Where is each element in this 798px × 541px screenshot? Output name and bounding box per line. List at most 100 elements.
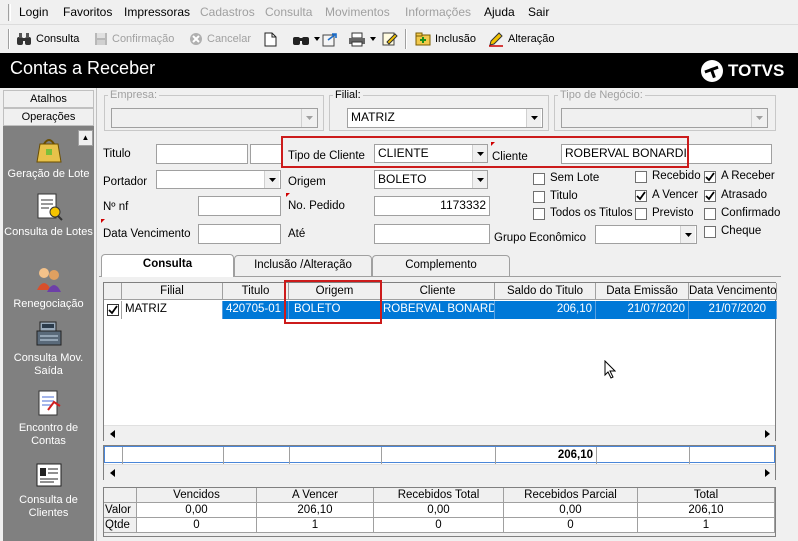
grid-header-vencimento[interactable]: Data Vencimento	[689, 283, 777, 300]
grid-header-origem[interactable]: Origem	[289, 283, 381, 300]
print-button[interactable]	[348, 28, 380, 50]
chevron-down-icon[interactable]	[301, 109, 316, 127]
cell-cliente: ROBERVAL BONARDI	[381, 301, 495, 319]
ate-input[interactable]	[374, 224, 490, 244]
sidebar-item-consulta-clientes[interactable]: Consulta de Clientes	[3, 460, 94, 520]
ate-label: Até	[288, 228, 306, 240]
chevron-down-icon[interactable]	[526, 109, 541, 127]
inclusao-button[interactable]: Inclusão	[415, 28, 476, 50]
pedido-input[interactable]: 1173332	[374, 196, 490, 216]
menu-impressoras[interactable]: Impressoras	[124, 5, 190, 19]
confirmacao-button[interactable]: Confirmação	[94, 28, 174, 50]
cash-register-icon	[36, 321, 61, 346]
portador-select[interactable]	[156, 170, 281, 189]
grid-header-cliente[interactable]: Cliente	[381, 283, 495, 300]
row-checkbox-cell[interactable]	[104, 301, 122, 319]
totals-cell	[382, 447, 496, 464]
export-button[interactable]	[322, 28, 342, 50]
summary-cell: 0,00	[374, 503, 504, 518]
titulo-input[interactable]	[156, 144, 248, 164]
consulta-button[interactable]: Consulta	[16, 28, 79, 50]
confirmado-checkbox[interactable]	[704, 208, 716, 220]
chevron-down-icon[interactable]	[680, 226, 695, 243]
cliente-input[interactable]: ROBERVAL BONARDI	[561, 144, 772, 164]
atrasado-checkbox[interactable]	[704, 190, 716, 202]
totals-horizontal-scrollbar[interactable]	[104, 464, 775, 480]
tab-inclusao-alteracao[interactable]: Inclusão /Alteração	[234, 255, 372, 276]
filial-select[interactable]: MATRIZ	[347, 108, 543, 128]
cancelar-button[interactable]: Cancelar	[189, 28, 251, 50]
grid-totals: 206,10	[103, 445, 776, 480]
todos-titulos-checkbox[interactable]	[533, 208, 545, 220]
totals-cell	[290, 447, 382, 464]
menu-login[interactable]: Login	[19, 5, 48, 19]
sidebar-item-consulta-mov-saida[interactable]: Consulta Mov. Saída	[3, 318, 94, 378]
toolbar-separator	[405, 29, 407, 49]
alteracao-button[interactable]: Alteração	[488, 28, 554, 50]
sidebar-operacoes[interactable]: Operações	[3, 108, 94, 126]
export-icon	[322, 32, 337, 46]
a-receber-checkbox[interactable]	[704, 171, 716, 183]
chevron-down-icon[interactable]	[264, 171, 279, 188]
tab-complemento[interactable]: Complemento	[372, 255, 510, 276]
titulo-checkbox[interactable]	[533, 191, 545, 203]
summary-header-vencidos: Vencidos	[137, 488, 257, 503]
a-receber-label: A Receber	[721, 170, 775, 182]
tipo-negocio-select[interactable]	[561, 108, 768, 128]
toolbar-grip	[8, 29, 10, 49]
filial-label: Filial:	[333, 89, 363, 101]
cell-saldo: 206,10	[495, 301, 596, 319]
sidebar-item-label: Consulta de Lotes	[4, 226, 93, 238]
sidebar-item-encontro-contas[interactable]: Encontro de Contas	[3, 388, 94, 448]
summary-cell: 0,00	[504, 503, 638, 518]
row-checkbox[interactable]	[107, 304, 119, 316]
cheque-label: Cheque	[721, 225, 762, 237]
grid-header-filial[interactable]: Filial	[122, 283, 223, 300]
menu-sair[interactable]: Sair	[528, 5, 549, 19]
grid-horizontal-scrollbar[interactable]	[104, 425, 775, 441]
previsto-checkbox[interactable]	[635, 208, 647, 220]
sidebar-item-renegociacao[interactable]: Renegociação	[3, 264, 94, 311]
scroll-right-icon[interactable]	[759, 465, 775, 480]
empresa-select[interactable]	[111, 108, 318, 128]
edit-filter-button[interactable]	[382, 28, 402, 50]
menu-consulta[interactable]: Consulta	[265, 5, 312, 19]
sidebar-item-consulta-lotes[interactable]: Consulta de Lotes	[3, 192, 94, 239]
search-dropdown-button[interactable]	[292, 28, 324, 50]
required-marker	[101, 219, 105, 223]
grid-header-titulo[interactable]: Titulo	[223, 283, 289, 300]
menu-favoritos[interactable]: Favoritos	[63, 5, 112, 19]
chevron-down-icon[interactable]	[751, 109, 766, 127]
menu-movimentos[interactable]: Movimentos	[325, 5, 390, 19]
tab-consulta[interactable]: Consulta	[101, 254, 234, 277]
grid-header-saldo[interactable]: Saldo do Titulo	[495, 283, 596, 300]
recebido-checkbox[interactable]	[635, 171, 647, 183]
cell-filial: MATRIZ	[122, 301, 223, 319]
tipo-negocio-label: Tipo de Negócio:	[558, 89, 645, 101]
scroll-left-icon[interactable]	[104, 426, 120, 441]
menu-informacoes[interactable]: Informações	[405, 5, 471, 19]
data-vencimento-input[interactable]	[198, 224, 281, 244]
sidebar-item-geracao-lote[interactable]: Geração de Lote	[3, 134, 94, 181]
cheque-checkbox[interactable]	[704, 226, 716, 238]
chevron-down-icon[interactable]	[472, 145, 487, 162]
new-document-button[interactable]	[264, 28, 281, 50]
tipo-cliente-select[interactable]: CLIENTE	[374, 144, 488, 163]
sem-lote-label: Sem Lote	[550, 172, 600, 184]
chevron-down-icon[interactable]	[472, 171, 487, 188]
menu-cadastros[interactable]: Cadastros	[200, 5, 255, 19]
menu-ajuda[interactable]: Ajuda	[484, 5, 515, 19]
totvs-logo-icon	[701, 60, 723, 82]
a-vencer-checkbox[interactable]	[635, 190, 647, 202]
sem-lote-checkbox[interactable]	[533, 173, 545, 185]
origem-select[interactable]: BOLETO	[374, 170, 488, 189]
check-icon	[705, 191, 715, 201]
menu-grip	[8, 4, 11, 21]
nf-input[interactable]	[198, 196, 281, 216]
sidebar-atalhos[interactable]: Atalhos	[3, 90, 94, 108]
scroll-left-icon[interactable]	[104, 465, 120, 480]
scroll-right-icon[interactable]	[759, 426, 775, 441]
grid-header-emissao[interactable]: Data Emissão	[596, 283, 689, 300]
titulo-parcela-input[interactable]	[250, 144, 282, 164]
cliente-label: Cliente	[492, 151, 528, 163]
